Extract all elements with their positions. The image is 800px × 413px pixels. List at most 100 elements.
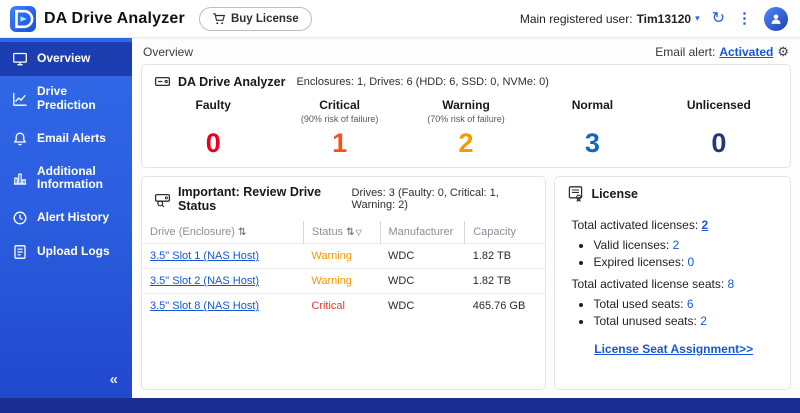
stat-value: 0 <box>205 128 221 158</box>
bottom-bar <box>0 398 800 413</box>
column-header-status[interactable]: Status ⇅▽ <box>302 221 381 244</box>
stat-label: Critical <box>319 98 360 112</box>
sidebar-item-label: Email Alerts <box>37 130 106 145</box>
page-title: Overview <box>143 45 194 59</box>
stat-value: 0 <box>711 128 727 158</box>
stat-sublabel <box>529 114 655 125</box>
column-header-drive[interactable]: Drive (Enclosure) ⇅ <box>142 221 303 244</box>
total-activated-licenses-label: Total activated licenses: <box>571 218 699 232</box>
drive-capacity-cell: 1.82 TB <box>464 243 546 269</box>
total-activated-licenses: Total activated licenses: 2 <box>571 218 776 232</box>
sidebar-item-drive-prediction[interactable]: Drive Prediction <box>0 76 132 122</box>
table-row: 3.5" Slot 1 (NAS Host) Warning WDC 1.82 … <box>142 243 546 269</box>
refresh-icon[interactable]: ↻ <box>712 10 725 27</box>
drive-status-card-header: Important: Review Drive Status Drives: 3… <box>142 177 545 217</box>
drive-capacity-cell: 1.82 TB <box>464 268 546 294</box>
stat-critical: Critical (90% risk of failure) 1 <box>276 96 402 157</box>
email-alert-label: Email alert: <box>655 45 716 59</box>
sidebar-item-email-alerts[interactable]: Email Alerts <box>0 122 132 156</box>
sidebar-nav: Overview Drive Prediction Email Alerts A… <box>0 38 132 398</box>
registered-user-menu[interactable]: Main registered user: Tim13120 ▾ <box>520 12 700 26</box>
email-alert-control: Email alert: Activated ⚙ <box>655 44 789 60</box>
stat-label: Warning <box>442 98 490 112</box>
registered-user-label: Main registered user: <box>519 11 633 26</box>
line-chart-icon <box>12 91 28 107</box>
drive-status-table: Drive (Enclosure) ⇅ Status ⇅▽ Manufacturer… <box>142 221 546 318</box>
total-activated-seats-label: Total activated license seats: <box>571 277 725 291</box>
email-alert-status-link[interactable]: Activated <box>719 45 773 59</box>
sidebar-collapse-button[interactable]: « <box>0 363 132 398</box>
sidebar-item-label: Upload Logs <box>37 244 110 259</box>
drive-status-card: Important: Review Drive Status Drives: 3… <box>141 176 547 390</box>
stat-value: 1 <box>332 128 348 158</box>
list-item: Expired licenses: 0 <box>593 255 776 269</box>
drive-manufacturer-cell: WDC <box>380 243 465 269</box>
summary-card-header: DA Drive Analyzer Enclosures: 1, Drives:… <box>142 65 790 94</box>
buy-license-button[interactable]: Buy License <box>198 6 312 31</box>
drive-link[interactable]: 3.5" Slot 8 (NAS Host) <box>150 300 259 312</box>
sidebar-item-upload-logs[interactable]: Upload Logs <box>0 235 132 269</box>
unused-seats-label: Total unused seats: <box>593 314 697 328</box>
drive-status-cell: Critical <box>311 300 345 312</box>
monitor-icon <box>12 51 28 67</box>
drive-link[interactable]: 3.5" Slot 1 (NAS Host) <box>150 250 259 262</box>
total-activated-licenses-link[interactable]: 2 <box>702 218 709 232</box>
valid-licenses-label: Valid licenses: <box>593 238 670 252</box>
table-row: 3.5" Slot 8 (NAS Host) Critical WDC 465.… <box>142 293 546 318</box>
license-icon <box>567 185 584 202</box>
sidebar-item-label: Alert History <box>37 210 110 225</box>
sidebar-item-label: Drive Prediction <box>37 84 96 112</box>
drive-capacity-cell: 465.76 GB <box>464 293 546 318</box>
user-avatar[interactable] <box>764 6 788 31</box>
license-seat-assignment-link[interactable]: License Seat Assignment>> <box>594 342 753 356</box>
sidebar-item-label: Additional Information <box>37 163 103 192</box>
license-body: Total activated licenses: 2 Valid licens… <box>555 206 790 364</box>
unused-seats-value: 2 <box>700 314 707 328</box>
stat-sublabel: (90% risk of failure) <box>300 114 379 124</box>
gear-icon[interactable]: ⚙ <box>777 44 789 60</box>
sidebar-item-additional-information[interactable]: Additional Information <box>0 156 132 202</box>
stat-normal: Normal 3 <box>529 96 655 157</box>
filter-icon[interactable]: ▽ <box>355 228 361 237</box>
main-content: Overview Email alert: Activated ⚙ DA Dri… <box>132 38 800 398</box>
license-breakdown-list: Valid licenses: 2 Expired licenses: 0 <box>593 238 776 269</box>
logo-glyph <box>15 9 34 28</box>
column-label: Capacity <box>473 226 517 238</box>
drive-status-subtitle: Drives: 3 (Faulty: 0, Critical: 1, Warni… <box>351 187 499 211</box>
stat-value: 2 <box>458 128 474 158</box>
sort-icon[interactable]: ⇅ <box>346 227 354 238</box>
stat-faulty: Faulty 0 <box>150 96 276 157</box>
content-topbar: Overview Email alert: Activated ⚙ <box>141 38 791 64</box>
header-right-group: Main registered user: Tim13120 ▾ ↻ ⋮ <box>520 6 788 31</box>
app-body: Overview Drive Prediction Email Alerts A… <box>0 38 800 398</box>
used-seats-value: 6 <box>686 297 694 311</box>
sort-icon[interactable]: ⇅ <box>238 227 246 238</box>
column-label: Status <box>311 226 344 238</box>
summary-subtitle: Enclosures: 1, Drives: 6 (HDD: 6, SSD: 0… <box>296 75 549 88</box>
buy-license-label: Buy License <box>230 12 299 25</box>
kebab-menu-icon[interactable]: ⋮ <box>737 11 752 26</box>
license-seat-assignment: License Seat Assignment>> <box>571 342 776 356</box>
sidebar-item-alert-history[interactable]: Alert History <box>0 201 132 235</box>
summary-title: DA Drive Analyzer <box>178 74 286 89</box>
caret-down-icon: ▾ <box>695 13 700 23</box>
bar-chart-icon <box>12 170 28 186</box>
drive-link[interactable]: 3.5" Slot 2 (NAS Host) <box>150 275 259 287</box>
license-title: License <box>591 186 638 201</box>
valid-licenses-value: 2 <box>672 238 680 252</box>
expired-licenses-label: Expired licenses: <box>593 255 685 269</box>
app-window: DA Drive Analyzer Buy License Main regis… <box>0 0 800 413</box>
drive-manufacturer-cell: WDC <box>380 268 465 294</box>
list-item: Total unused seats: 2 <box>593 314 776 328</box>
drive-review-icon <box>154 191 171 208</box>
registered-user-name: Tim13120 <box>636 11 692 26</box>
drive-manufacturer-cell: WDC <box>380 293 465 318</box>
drive-status-title: Important: Review Drive Status <box>178 185 322 213</box>
bell-icon <box>12 131 28 147</box>
table-row: 3.5" Slot 2 (NAS Host) Warning WDC 1.82 … <box>142 268 546 294</box>
drive-status-cell: Warning <box>311 250 352 262</box>
table-header: Drive (Enclosure) ⇅ Status ⇅▽ Manufacturer… <box>142 221 546 244</box>
list-item: Total used seats: 6 <box>593 297 776 311</box>
sidebar-item-overview[interactable]: Overview <box>0 42 132 76</box>
column-label: Drive (Enclosure) <box>150 226 235 238</box>
